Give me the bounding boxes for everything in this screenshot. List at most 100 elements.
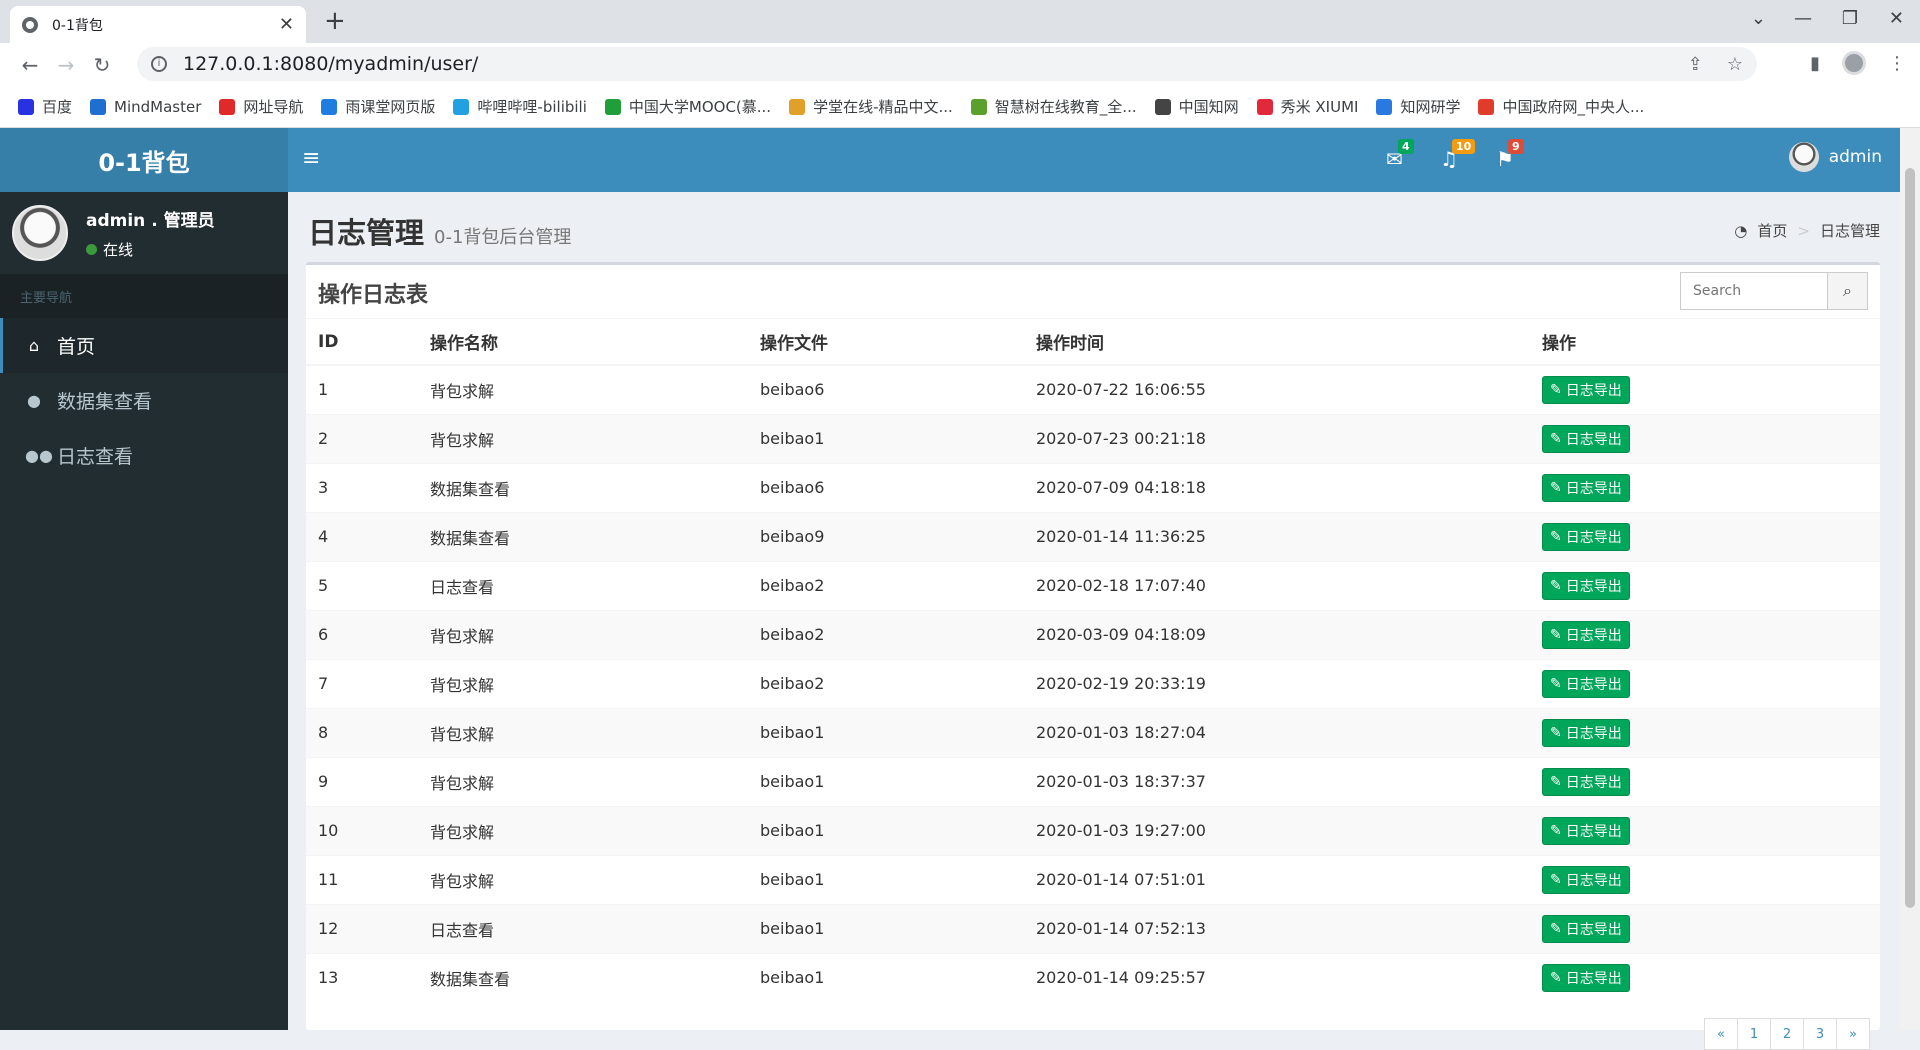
sidebar-item-datasets[interactable]: ● 数据集查看 (0, 373, 288, 428)
export-log-button[interactable]: ✎ 日志导出 (1542, 620, 1630, 649)
search-input[interactable] (1680, 272, 1828, 310)
cell-action: ✎ 日志导出 (1530, 756, 1880, 806)
edit-icon: ✎ (1550, 430, 1562, 447)
bookmark-item[interactable]: 秀米 XIUMI (1256, 96, 1358, 117)
search-group: ⌕ (1680, 272, 1868, 310)
page-subtitle: 0-1背包后台管理 (434, 227, 572, 248)
bookmark-star-icon[interactable]: ☆ (1727, 54, 1743, 75)
bookmark-favicon-icon (219, 98, 236, 115)
app-logo[interactable]: 0-1背包 (0, 128, 288, 192)
cell-operation-file: beibao2 (748, 658, 1024, 708)
forward-button[interactable]: → (48, 53, 84, 77)
export-log-button[interactable]: ✎ 日志导出 (1542, 914, 1630, 943)
pagination-item[interactable]: » (1836, 1018, 1870, 1050)
edit-icon: ✎ (1550, 381, 1562, 398)
bookmark-item[interactable]: 哔哩哔哩-bilibili (453, 96, 587, 117)
bookmark-item[interactable]: 百度 (18, 96, 72, 117)
minimize-button[interactable]: — (1794, 8, 1812, 29)
sidebar-item-home[interactable]: ⌂ 首页 (0, 318, 288, 373)
sidebar-item-logs[interactable]: ●● 日志查看 (0, 428, 288, 483)
log-table-box: 操作日志表 ⌕ ID 操作名称 操作文件 操作时间 操作 (306, 262, 1880, 1050)
search-button[interactable]: ⌕ (1828, 272, 1868, 310)
cell-operation-name: 数据集查看 (418, 511, 748, 561)
close-tab-icon[interactable]: ✕ (279, 14, 294, 35)
user-menu[interactable]: admin (1788, 142, 1882, 172)
cell-operation-time: 2020-01-03 19:27:00 (1024, 805, 1530, 855)
export-log-button[interactable]: ✎ 日志导出 (1542, 767, 1630, 796)
edit-icon: ✎ (1550, 822, 1562, 839)
globe-icon (22, 16, 38, 33)
cell-id: 1 (306, 364, 418, 414)
table-row: 11 背包求解 beibao1 2020-01-14 07:51:01 ✎ 日志导出 (306, 854, 1880, 904)
bookmark-favicon-icon (1376, 98, 1393, 115)
profile-avatar[interactable] (1842, 51, 1866, 75)
share-icon[interactable]: ⇪ (1688, 54, 1703, 75)
menu-toggle-icon[interactable]: ≡ (302, 146, 320, 171)
export-log-button[interactable]: ✎ 日志导出 (1542, 865, 1630, 894)
restore-button[interactable]: ❐ (1842, 8, 1858, 29)
reload-button[interactable]: ↻ (84, 53, 120, 77)
bookmark-item[interactable]: 中国大学MOOC(慕... (604, 96, 771, 117)
pagination-item[interactable]: 1 (1737, 1018, 1771, 1050)
export-log-button[interactable]: ✎ 日志导出 (1542, 375, 1630, 404)
pagination-item[interactable]: « (1704, 1018, 1738, 1050)
bookmark-item[interactable]: 知网研学 (1376, 96, 1460, 117)
cell-operation-file: beibao1 (748, 707, 1024, 757)
info-icon[interactable]: i (151, 56, 167, 72)
pagination-item[interactable]: 3 (1803, 1018, 1837, 1050)
table-row: 8 背包求解 beibao1 2020-01-03 18:27:04 ✎ 日志导出 (306, 707, 1880, 757)
bell-icon[interactable]: ♫ 10 (1440, 139, 1476, 171)
bookmarks-bar: 百度 MindMaster 网址导航 雨课堂网页版 哔哩哔哩-bilibili 中国大学M… (0, 86, 1920, 128)
bookmark-favicon-icon (90, 98, 107, 115)
cell-action: ✎ 日志导出 (1530, 462, 1880, 512)
table-row: 12 日志查看 beibao1 2020-01-14 07:52:13 ✎ 日志导出 (306, 903, 1880, 953)
cell-id: 9 (306, 756, 418, 806)
bookmark-item[interactable]: 中国知网 (1154, 96, 1239, 117)
user-status: 在线 (86, 239, 215, 260)
bookmark-item[interactable]: 中国政府网_中央人... (1478, 96, 1644, 117)
cell-action: ✎ 日志导出 (1530, 805, 1880, 855)
export-log-button[interactable]: ✎ 日志导出 (1542, 718, 1630, 747)
side-panel-icon[interactable]: ▮ (1810, 53, 1820, 74)
page-title: 日志管理 (308, 216, 425, 250)
scrollbar-thumb[interactable] (1905, 168, 1915, 908)
address-bar[interactable]: i 127.0.0.1:8080/myadmin/user/ ⇪ ☆ (137, 47, 1757, 81)
tab-search-icon[interactable]: ⌄ (1751, 8, 1766, 29)
new-tab-button[interactable]: + (324, 6, 346, 36)
edit-icon: ✎ (1550, 724, 1562, 741)
page-scrollbar[interactable] (1900, 128, 1920, 1030)
bookmark-item[interactable]: 雨课堂网页版 (321, 96, 435, 117)
export-log-label: 日志导出 (1565, 725, 1622, 742)
bookmark-item[interactable]: 学堂在线-精品中文... (789, 96, 953, 117)
flag-icon[interactable]: ⚑ 9 (1496, 139, 1524, 171)
export-log-button[interactable]: ✎ 日志导出 (1542, 473, 1630, 502)
export-log-button[interactable]: ✎ 日志导出 (1542, 522, 1630, 551)
pagination-item[interactable]: 2 (1770, 1018, 1804, 1050)
menu-dots-icon[interactable]: ⋮ (1888, 53, 1906, 74)
bookmark-item[interactable]: MindMaster (90, 98, 201, 116)
mail-icon[interactable]: ✉ 4 (1386, 139, 1414, 171)
cell-id: 13 (306, 952, 418, 1002)
cell-operation-file: beibao9 (748, 511, 1024, 561)
cell-action: ✎ 日志导出 (1530, 707, 1880, 757)
breadcrumb-home[interactable]: 首页 (1757, 220, 1787, 241)
notification-count-badge: 10 (1452, 139, 1476, 154)
export-log-button[interactable]: ✎ 日志导出 (1542, 424, 1630, 453)
cell-id: 11 (306, 854, 418, 904)
avatar (1788, 142, 1819, 172)
export-log-button[interactable]: ✎ 日志导出 (1542, 669, 1630, 698)
export-log-button[interactable]: ✎ 日志导出 (1542, 963, 1630, 992)
bookmark-item[interactable]: 智慧树在线教育_全... (970, 96, 1137, 117)
cell-operation-file: beibao6 (748, 462, 1024, 512)
export-log-button[interactable]: ✎ 日志导出 (1542, 816, 1630, 845)
close-window-button[interactable]: ✕ (1889, 8, 1904, 29)
export-log-button[interactable]: ✎ 日志导出 (1542, 571, 1630, 600)
table-row: 5 日志查看 beibao2 2020-02-18 17:07:40 ✎ 日志导出 (306, 560, 1880, 610)
mail-count-badge: 4 (1398, 139, 1414, 154)
edit-icon: ✎ (1550, 479, 1562, 496)
bookmark-item[interactable]: 网址导航 (219, 96, 303, 117)
cell-id: 2 (306, 413, 418, 463)
back-button[interactable]: ← (12, 53, 48, 77)
avatar (12, 205, 68, 261)
browser-tab[interactable]: 0-1背包 ✕ (10, 6, 306, 43)
